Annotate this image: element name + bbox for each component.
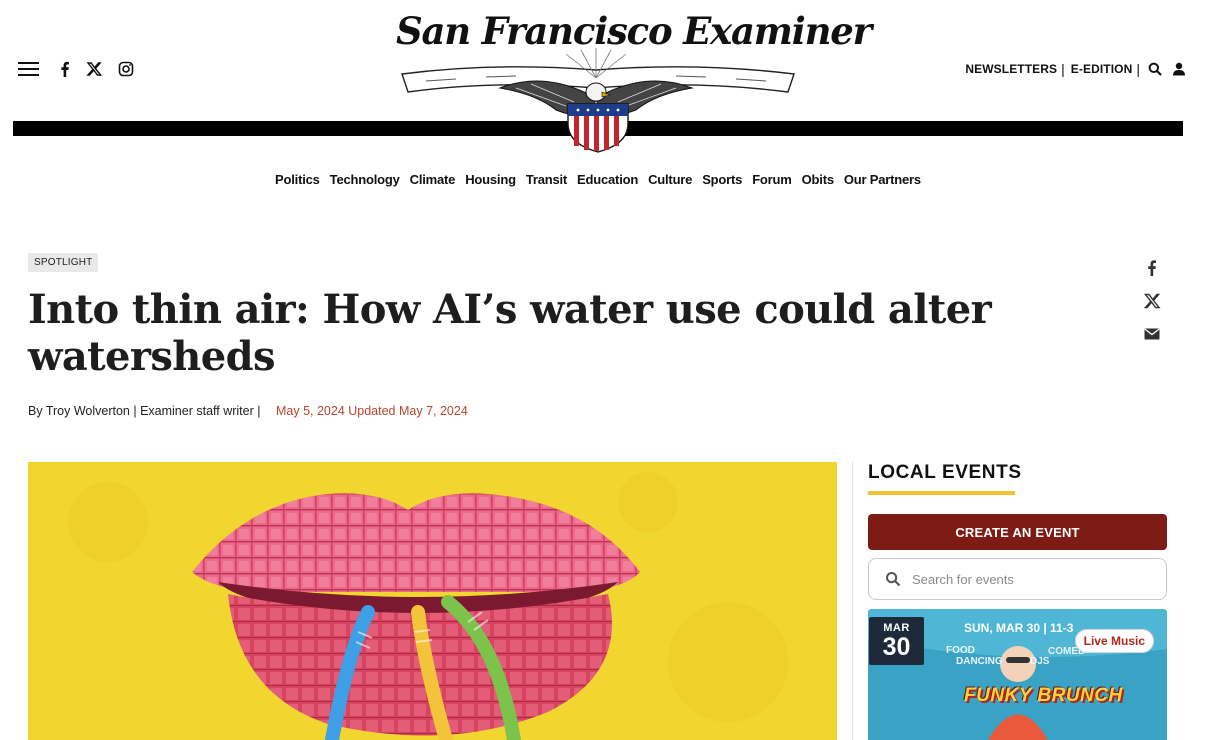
search-icon[interactable] (1148, 62, 1162, 76)
separator: | (1061, 61, 1065, 77)
event-dancing-text: DANCING (956, 656, 1003, 667)
nav-item-sports[interactable]: Sports (702, 172, 742, 187)
newsletters-link[interactable]: NEWSLETTERS (965, 62, 1057, 76)
event-card[interactable]: MAR 30 SUN, MAR 30 | 11-3 FOOD DANCING D… (868, 609, 1167, 740)
column-divider (852, 462, 853, 740)
facebook-icon[interactable] (57, 61, 73, 77)
share-email-icon[interactable] (1143, 325, 1161, 343)
event-day: 30 (882, 633, 911, 661)
event-category-badge[interactable]: Live Music (1074, 629, 1154, 653)
share-facebook-icon[interactable] (1143, 259, 1161, 277)
event-name: FUNKY BRUNCH (964, 685, 1123, 706)
utility-nav: NEWSLETTERS | E-EDITION | (965, 62, 1186, 76)
hero-image[interactable] (28, 462, 837, 740)
share-x-icon[interactable] (1143, 292, 1161, 310)
pixel-lips-illustration (28, 462, 837, 740)
nav-item-politics[interactable]: Politics (275, 172, 320, 187)
search-icon (886, 572, 901, 587)
title-underline (868, 491, 1015, 495)
nav-item-forum[interactable]: Forum (752, 172, 792, 187)
nav-item-transit[interactable]: Transit (526, 172, 567, 187)
nav-item-obits[interactable]: Obits (802, 172, 834, 187)
instagram-icon[interactable] (118, 61, 134, 77)
shield-icon (567, 103, 629, 153)
event-food-text: FOOD (946, 645, 975, 656)
publish-dates: May 5, 2024 Updated May 7, 2024 (275, 404, 468, 418)
x-twitter-icon[interactable] (86, 61, 102, 77)
event-date-badge: MAR 30 (869, 617, 924, 665)
nav-item-culture[interactable]: Culture (648, 172, 692, 187)
nav-item-education[interactable]: Education (577, 172, 638, 187)
author-byline[interactable]: By Troy Wolverton | Examiner staff write… (28, 404, 261, 418)
event-search-field[interactable] (868, 558, 1167, 600)
e-edition-link[interactable]: E-EDITION (1071, 62, 1133, 76)
local-events-title: LOCAL EVENTS (868, 462, 1022, 483)
article-headline: Into thin air: How AI’s water use could … (28, 286, 992, 380)
byline: By Troy Wolverton | Examiner staff write… (28, 404, 468, 418)
create-event-button[interactable]: CREATE AN EVENT (868, 514, 1167, 550)
main-nav: Politics Technology Climate Housing Tran… (0, 172, 1196, 187)
separator: | (1136, 61, 1140, 77)
menu-hamburger-icon[interactable] (18, 62, 39, 78)
nav-item-housing[interactable]: Housing (465, 172, 516, 187)
event-djs-text: DJS (1030, 656, 1050, 667)
nav-item-our-partners[interactable]: Our Partners (844, 172, 921, 187)
user-icon[interactable] (1172, 62, 1186, 76)
event-search-input[interactable] (910, 570, 1150, 588)
nav-item-climate[interactable]: Climate (410, 172, 456, 187)
event-banner-text: SUN, MAR 30 | 11-3 (964, 621, 1074, 635)
nav-item-technology[interactable]: Technology (330, 172, 400, 187)
section-tag[interactable]: SPOTLIGHT (28, 253, 99, 272)
